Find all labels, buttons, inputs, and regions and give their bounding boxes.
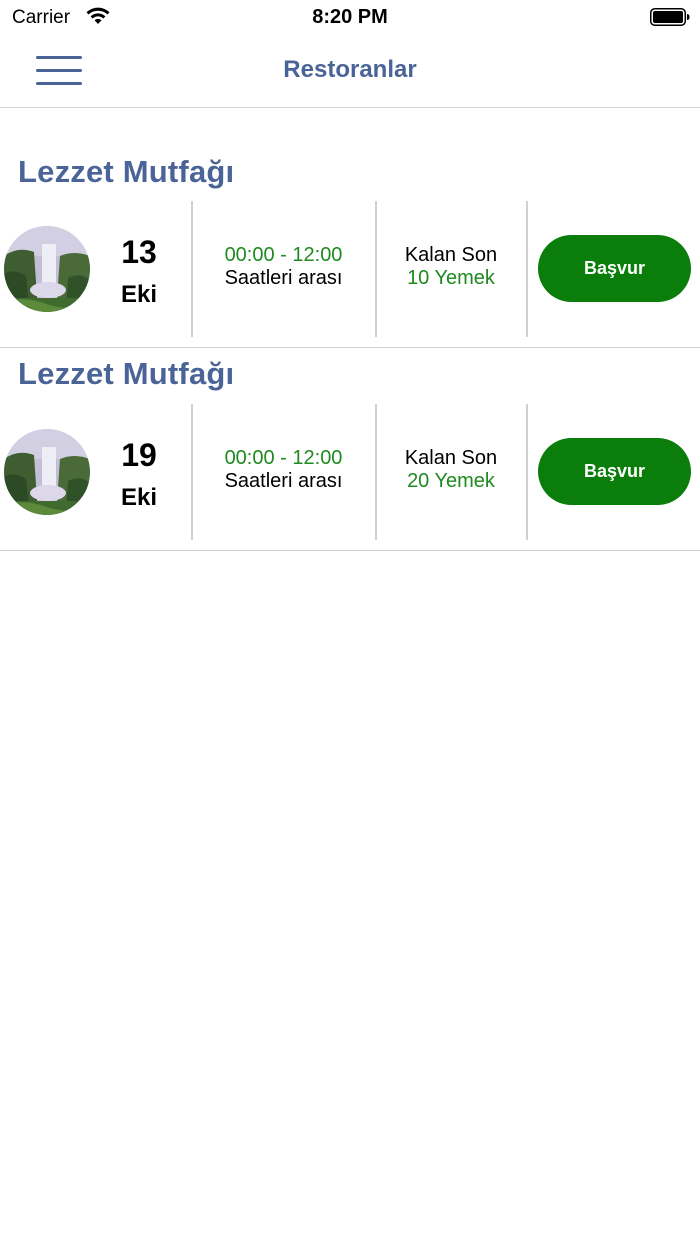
- restaurant-image: [4, 429, 90, 515]
- restaurant-card: Lezzet Mutfağı 13 Eki 00:00 - 12:00 Saat…: [0, 108, 700, 348]
- restaurant-row: 13 Eki 00:00 - 12:00 Saatleri arası Kala…: [0, 201, 700, 337]
- date-month: Eki: [120, 484, 158, 511]
- restaurant-row: 19 Eki 00:00 - 12:00 Saatleri arası Kala…: [0, 404, 700, 540]
- status-bar: Carrier 8:20 PM: [0, 0, 700, 36]
- date-day: 19: [121, 437, 157, 473]
- time-label: Saatleri arası: [224, 267, 343, 289]
- status-time: 8:20 PM: [312, 6, 388, 28]
- remaining-count: 20 Yemek: [407, 470, 495, 492]
- restaurant-card: Lezzet Mutfağı 19 Eki 00:00 - 12:00 Saat…: [0, 348, 700, 551]
- time-label: Saatleri arası: [224, 470, 343, 492]
- nav-bar: Restoranlar: [0, 36, 700, 108]
- date-day: 13: [121, 234, 157, 270]
- date-month: Eki: [120, 281, 158, 308]
- restaurant-image: [4, 226, 90, 312]
- page-title: Restoranlar: [283, 56, 417, 83]
- remaining-label: Kalan Son: [404, 447, 498, 469]
- time-range: 00:00 - 12:00: [224, 447, 343, 469]
- remaining-label: Kalan Son: [404, 244, 498, 266]
- remaining-count: 10 Yemek: [407, 267, 495, 289]
- time-range: 00:00 - 12:00: [224, 244, 343, 266]
- apply-button[interactable]: Başvur: [538, 438, 691, 505]
- restaurant-name: Lezzet Mutfağı: [18, 356, 235, 391]
- battery-icon: [650, 8, 690, 26]
- column-divider: [526, 201, 528, 337]
- column-divider: [526, 404, 528, 540]
- restaurant-list: Lezzet Mutfağı 13 Eki 00:00 - 12:00 Saat…: [0, 108, 700, 551]
- restaurant-name: Lezzet Mutfağı: [18, 154, 235, 189]
- apply-button[interactable]: Başvur: [538, 235, 691, 302]
- row-divider: [0, 549, 700, 551]
